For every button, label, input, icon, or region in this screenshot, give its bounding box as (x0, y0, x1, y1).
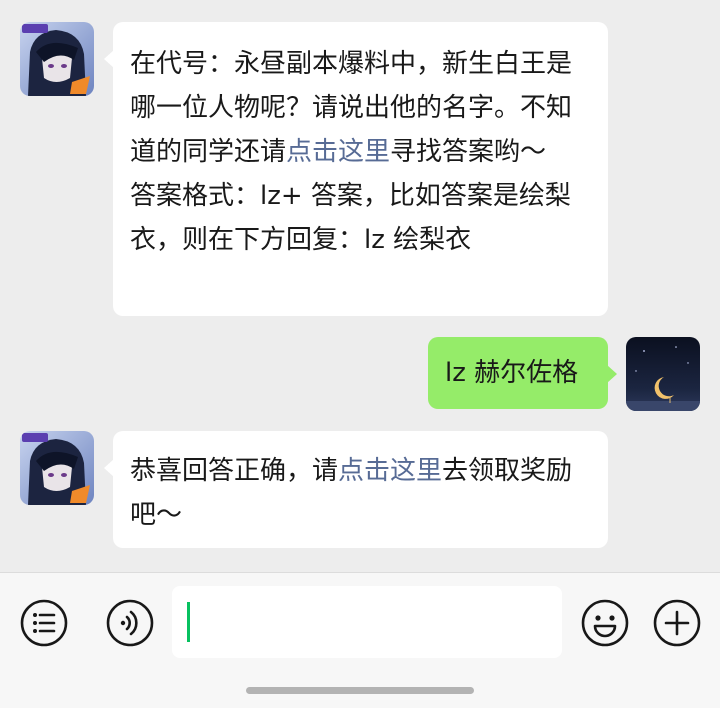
sender-avatar[interactable] (20, 22, 94, 96)
incoming-message-bubble[interactable]: 恭喜回答正确，请点击这里去领取奖励吧～ (104, 431, 608, 548)
message-text-segment: 寻找答案哟～ (390, 137, 547, 167)
chat-area: 在代号：永昼副本爆料中，新生白王是哪一位人物呢？请说出他的名字。不知道的同学还请… (0, 0, 720, 572)
menu-button[interactable] (19, 598, 69, 648)
game-app-icon (20, 22, 94, 96)
voice-icon (106, 599, 154, 647)
sender-avatar[interactable] (20, 431, 94, 505)
voice-button[interactable] (105, 598, 155, 648)
chat-input-bar (0, 572, 720, 708)
click-here-link[interactable]: 点击这里 (338, 456, 442, 486)
answer-format-text: 答案格式：lz+ 答案，比如答案是绘梨衣，则在下方回复：lz 绘梨衣 (130, 181, 571, 255)
click-here-link[interactable]: 点击这里 (286, 137, 390, 167)
incoming-message-bubble[interactable]: 在代号：永昼副本爆料中，新生白王是哪一位人物呢？请说出他的名字。不知道的同学还请… (104, 22, 608, 316)
message-text: 恭喜回答正确，请点击这里去领取奖励吧～ (130, 449, 592, 537)
my-avatar[interactable] (626, 337, 700, 411)
outgoing-message-bubble[interactable]: lz 赫尔佐格 (428, 337, 617, 409)
game-app-icon (20, 431, 94, 505)
message-text: 在代号：永昼副本爆料中，新生白王是哪一位人物呢？请说出他的名字。不知道的同学还请… (130, 42, 592, 174)
plus-icon (653, 599, 701, 647)
text-caret (187, 602, 190, 642)
menu-list-icon (20, 599, 68, 647)
emoji-button[interactable] (580, 598, 630, 648)
more-actions-button[interactable] (652, 598, 702, 648)
message-text-segment: 恭喜回答正确，请 (130, 456, 339, 486)
message-input[interactable] (172, 586, 562, 658)
home-indicator[interactable] (246, 687, 474, 694)
night-moon-avatar (626, 337, 700, 411)
message-text: lz 赫尔佐格 (445, 358, 579, 388)
emoji-icon (581, 599, 629, 647)
